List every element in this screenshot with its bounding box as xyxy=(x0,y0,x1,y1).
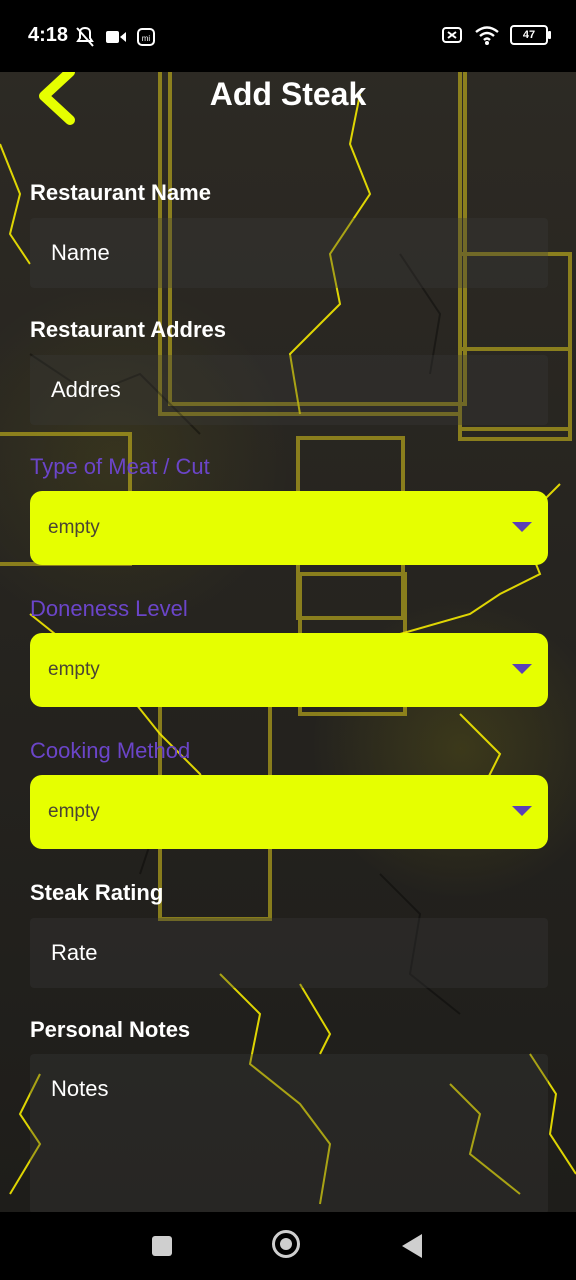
steak-rating-placeholder: Rate xyxy=(51,940,98,965)
meat-type-value: empty xyxy=(48,517,100,538)
restaurant-name-label: Restaurant Name xyxy=(30,180,211,205)
chevron-down-icon xyxy=(512,522,532,532)
restaurant-address-label: Restaurant Addres xyxy=(30,317,227,342)
recent-apps-button[interactable] xyxy=(152,1236,172,1256)
cooking-method-dropdown[interactable]: empty xyxy=(30,775,548,849)
system-navigation-bar xyxy=(0,1212,576,1280)
meat-type-label: Type of Meat / Cut xyxy=(30,454,210,479)
battery-level: 47 xyxy=(522,29,536,41)
steak-rating-input[interactable]: Rate xyxy=(30,918,548,988)
personal-notes-placeholder: Notes xyxy=(51,1076,109,1101)
cooking-method-value: empty xyxy=(48,801,100,822)
sim-card-x-icon xyxy=(442,27,462,43)
status-icons-right: 47 xyxy=(440,24,551,46)
status-icons-left: mi xyxy=(74,26,156,48)
mute-alarm-icon xyxy=(76,26,94,47)
steak-rating-label: Steak Rating xyxy=(30,880,164,905)
personal-notes-label: Personal Notes xyxy=(30,1017,191,1042)
battery-icon: 47 xyxy=(510,25,551,45)
home-button[interactable] xyxy=(272,1230,300,1258)
status-time: 4:18 xyxy=(28,24,69,46)
mi-icon: mi xyxy=(137,28,155,46)
chevron-down-icon xyxy=(512,806,532,816)
chevron-down-icon xyxy=(512,664,532,674)
page-title: Add Steak xyxy=(209,76,367,112)
svg-text:mi: mi xyxy=(142,34,151,43)
video-camera-icon xyxy=(106,31,126,43)
meat-type-dropdown[interactable]: empty xyxy=(30,491,548,565)
doneness-dropdown[interactable]: empty xyxy=(30,633,548,707)
status-bar: 4:18 mi 47 xyxy=(0,0,576,72)
wifi-icon xyxy=(475,26,499,45)
doneness-value: empty xyxy=(48,659,100,680)
restaurant-address-input[interactable]: Addres xyxy=(30,355,548,425)
restaurant-address-placeholder: Addres xyxy=(51,377,121,402)
cooking-method-label: Cooking Method xyxy=(30,738,191,763)
system-back-button[interactable] xyxy=(402,1234,422,1258)
personal-notes-input[interactable]: Notes xyxy=(30,1054,548,1214)
restaurant-name-input[interactable]: Name xyxy=(30,218,548,288)
restaurant-name-placeholder: Name xyxy=(51,240,110,265)
doneness-label: Doneness Level xyxy=(30,596,188,621)
